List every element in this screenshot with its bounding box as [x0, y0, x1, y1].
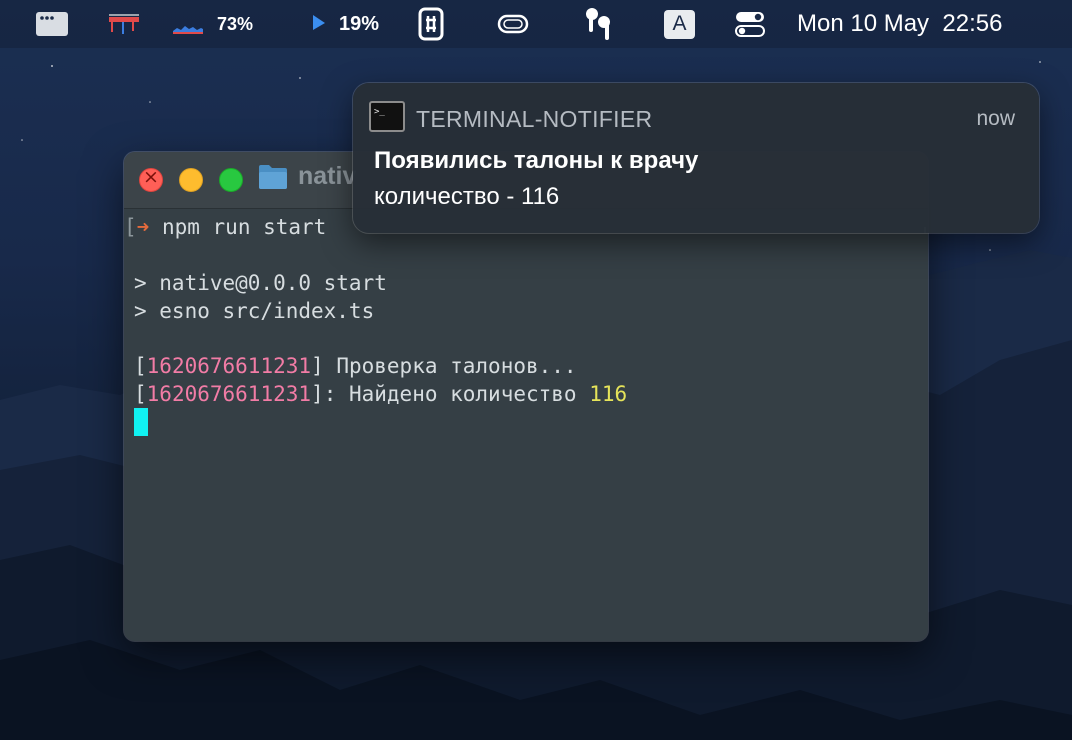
- terminal-cursor: [134, 408, 148, 436]
- svg-text:>_: >_: [374, 107, 385, 117]
- notification-app-name: TERMINAL-NOTIFIER: [416, 106, 653, 132]
- log-line-1: [1620676611231] Проверка талонов...: [134, 354, 577, 378]
- menu-bar: 73% 19% A Mon 10 May 22:56: [0, 0, 1072, 48]
- window-switcher-icon[interactable]: [35, 0, 69, 48]
- clock-text: Mon 10 May 22:56: [797, 10, 1003, 37]
- script-line: > native@0.0.0 start: [134, 271, 387, 295]
- input-source-icon[interactable]: A: [664, 0, 695, 48]
- notification-message: количество - 116: [374, 183, 560, 210]
- network-activity-icon[interactable]: [108, 0, 140, 48]
- log-timestamp-2: 1620676611231: [146, 382, 312, 406]
- prompt-line: [➜ npm run start: [124, 213, 326, 241]
- notification-title: Появились талоны к врачу: [374, 147, 699, 174]
- log-text-1: Проверка талонов...: [323, 354, 577, 378]
- battery-graph-icon[interactable]: [172, 0, 204, 48]
- power-plug-icon[interactable]: [418, 0, 444, 48]
- log-text-2: : Найдено количество: [323, 382, 590, 406]
- prompt-bracket: [: [124, 215, 137, 239]
- airpods-icon[interactable]: [583, 0, 615, 48]
- window-title: nativ: [298, 162, 357, 190]
- terminal-content[interactable]: [➜ npm run start > native@0.0.0 start > …: [124, 209, 928, 641]
- display-toggle-icon[interactable]: [497, 0, 529, 48]
- terminal-app-icon: >_: [369, 101, 405, 132]
- log-count: 116: [589, 382, 628, 406]
- cpu-arrow-icon[interactable]: [310, 0, 328, 48]
- notification-banner[interactable]: >_ TERMINAL-NOTIFIER now Появились талон…: [353, 83, 1039, 233]
- prompt-command: npm run start: [161, 215, 327, 239]
- notification-time: now: [976, 107, 1015, 130]
- battery-percent[interactable]: 73%: [217, 0, 253, 48]
- close-button[interactable]: [139, 166, 163, 192]
- folder-icon: [259, 165, 287, 189]
- exec-line: > esno src/index.ts: [134, 299, 375, 323]
- log-line-2: [1620676611231]: Найдено количество 116: [134, 382, 628, 406]
- prompt-arrow-icon: ➜: [136, 215, 150, 239]
- zoom-button[interactable]: [219, 168, 243, 192]
- minimize-button[interactable]: [179, 168, 203, 192]
- input-source-label: A: [664, 9, 695, 39]
- menu-clock[interactable]: Mon 10 May 22:56: [797, 0, 1002, 48]
- cpu-percent[interactable]: 19%: [339, 0, 379, 48]
- control-center-icon[interactable]: [735, 0, 765, 48]
- log-timestamp-1: 1620676611231: [146, 354, 312, 378]
